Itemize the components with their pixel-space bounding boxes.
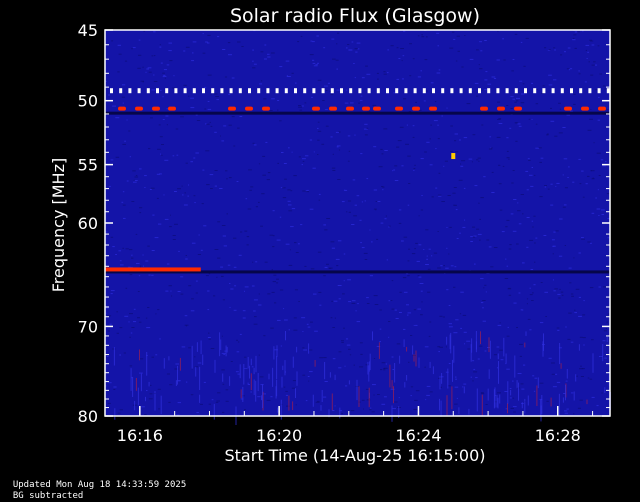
spectrogram-chart: Solar radio Flux (Glasgow) 455055607080 … (0, 0, 640, 480)
marker-dot (110, 88, 113, 94)
interference-blip (118, 106, 126, 111)
interference-blip (480, 106, 488, 111)
marker-dot (551, 88, 555, 94)
marker-dot (165, 88, 169, 94)
y-tick-label: 60 (78, 214, 98, 233)
interference-blip (228, 106, 236, 111)
marker-dot (321, 88, 325, 94)
marker-dot (478, 88, 481, 94)
marker-dot (303, 88, 307, 94)
y-axis-label: Frequency [MHz] (49, 158, 68, 292)
updated-timestamp: Updated Mon Aug 18 14:33:59 2025 (12, 480, 187, 490)
chart-title: Solar radio Flux (Glasgow) (230, 5, 480, 27)
interference-blip (373, 106, 381, 111)
interference-blip (245, 106, 253, 111)
marker-dot (211, 88, 215, 94)
marker-dot (146, 88, 150, 94)
marker-dot (404, 88, 408, 94)
marker-dot (524, 88, 527, 94)
marker-dot (229, 88, 233, 94)
marker-dot (294, 88, 297, 94)
marker-dot (395, 88, 399, 94)
interference-blip (514, 106, 522, 111)
x-tick-label: 16:20 (256, 426, 302, 445)
strong-interference-band (105, 267, 201, 272)
marker-dot (367, 88, 371, 94)
marker-dot (432, 88, 435, 94)
interference-blip (412, 106, 420, 111)
y-tick-label: 45 (78, 21, 98, 40)
interference-blip (262, 106, 270, 111)
footer: Updated Mon Aug 18 14:33:59 2025 BG subt… (2, 469, 194, 502)
interference-blip (429, 106, 437, 111)
marker-dot (542, 88, 546, 94)
bg-subtracted-note: BG subtracted (12, 491, 84, 501)
marker-dot (560, 88, 564, 94)
marker-dot (459, 88, 463, 94)
marker-dot (119, 88, 123, 94)
marker-dot (312, 88, 316, 94)
interference-blip (564, 106, 572, 111)
interference-blip (312, 106, 320, 111)
interference-blip (152, 106, 160, 111)
x-tick-label: 16:24 (395, 426, 441, 445)
interference-blip (168, 106, 176, 111)
marker-dot (468, 88, 472, 94)
marker-dot (330, 88, 334, 94)
marker-dot (128, 88, 132, 94)
marker-dot (570, 88, 573, 94)
marker-dot (266, 88, 270, 94)
marker-dot (422, 88, 426, 94)
marker-dot (533, 88, 537, 94)
interference-blip (497, 106, 505, 111)
marker-dot (183, 88, 187, 94)
plot-area (104, 29, 611, 425)
marker-dot (174, 88, 178, 94)
marker-dot (413, 88, 417, 94)
x-axis-label: Start Time (14-Aug-25 16:15:00) (225, 446, 486, 465)
interference-blip (395, 106, 403, 111)
marker-dot (514, 88, 518, 94)
marker-dot (192, 88, 196, 94)
interference-blip (581, 106, 589, 111)
marker-dot (588, 88, 592, 94)
marker-dot (349, 88, 353, 94)
marker-dot (597, 88, 601, 94)
dark-band (105, 111, 610, 115)
marker-dot (340, 88, 343, 94)
y-tick-label: 70 (78, 317, 98, 336)
marker-dot (579, 88, 583, 94)
marker-dot (487, 88, 491, 94)
y-tick-label: 50 (78, 92, 98, 111)
marker-dot (441, 88, 445, 94)
interference-blip (346, 106, 354, 111)
marker-dot (450, 88, 454, 94)
marker-dot (257, 88, 261, 94)
y-tick-label: 80 (78, 407, 98, 426)
x-tick-label: 16:28 (535, 426, 581, 445)
interference-blip (598, 106, 606, 111)
marker-dot (376, 88, 380, 94)
marker-dot (202, 88, 205, 94)
marker-dot (238, 88, 242, 94)
x-tick-label: 16:16 (117, 426, 163, 445)
marker-dot (284, 88, 288, 94)
marker-dot (505, 88, 509, 94)
marker-dot (275, 88, 279, 94)
marker-dot (496, 88, 500, 94)
y-tick-label: 55 (78, 156, 98, 175)
marker-dot (248, 88, 251, 94)
marker-dot (386, 88, 389, 94)
marker-dot (220, 88, 224, 94)
interference-blip (329, 106, 337, 111)
interference-blip (362, 106, 370, 111)
marker-dot (156, 88, 159, 94)
marker-row (110, 88, 610, 94)
marker-dot (358, 88, 362, 94)
marker-dot (137, 88, 141, 94)
interference-blip (135, 106, 143, 111)
radio-burst (451, 153, 456, 160)
